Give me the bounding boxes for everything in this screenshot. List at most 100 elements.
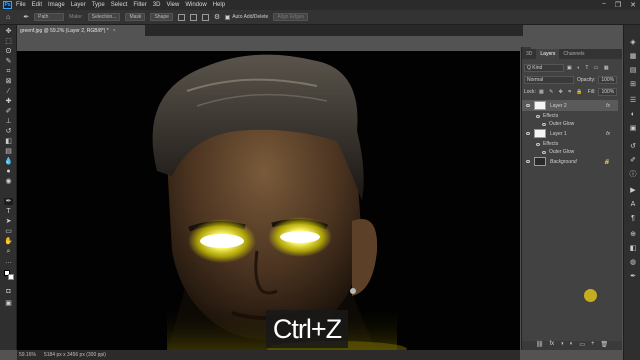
mask-button[interactable]: Mask	[125, 13, 146, 21]
layer-name[interactable]: Layer 2	[550, 103, 567, 109]
shape-button[interactable]: Shape	[150, 13, 173, 21]
visibility-eye-icon[interactable]	[526, 132, 530, 135]
layer-name[interactable]: Layer 1	[550, 131, 567, 137]
layer-row[interactable]: Background 🔒	[522, 156, 618, 167]
layer-row[interactable]: Layer 1 fx	[522, 128, 618, 139]
fx-icon[interactable]: fx	[606, 103, 610, 109]
menu-filter[interactable]: Filter	[133, 2, 146, 8]
adjustments-panel-icon[interactable]: ◐	[629, 111, 637, 119]
layers-panel-icon[interactable]: ◧	[629, 245, 637, 253]
marquee-tool-icon[interactable]: ⬚	[4, 38, 13, 45]
visibility-eye-icon[interactable]	[526, 160, 530, 163]
gradient-tool-icon[interactable]: ▤	[4, 148, 13, 155]
patterns-panel-icon[interactable]: ⊞	[629, 81, 637, 89]
move-tool-icon[interactable]: ✥	[4, 28, 13, 35]
lock-icons[interactable]: ▦ ✎ ✥ ⌗ 🔒	[539, 89, 585, 95]
new-layer-icon[interactable]: +	[591, 341, 595, 350]
home-icon[interactable]: ⌂	[6, 14, 10, 21]
navigator-panel-icon[interactable]: ⊕	[629, 231, 637, 239]
menu-view[interactable]: View	[166, 2, 179, 8]
tab-3d[interactable]: 3D	[522, 49, 536, 59]
background-color-swatch[interactable]	[8, 274, 14, 280]
fill-input[interactable]: 100%	[598, 87, 618, 96]
info-panel-icon[interactable]: ⓘ	[629, 171, 637, 179]
menu-layer[interactable]: Layer	[71, 2, 86, 8]
more-tools-icon[interactable]: …	[4, 258, 13, 265]
crop-tool-icon[interactable]: ⌗	[4, 68, 13, 75]
history-panel-icon[interactable]: ↺	[629, 143, 637, 151]
properties-panel-icon[interactable]: ☰	[629, 97, 637, 105]
align-edges-button[interactable]: Align Edges	[273, 13, 309, 21]
quick-mask-icon[interactable]: ◘	[4, 288, 13, 295]
libraries-panel-icon[interactable]: ▣	[629, 125, 637, 133]
menu-select[interactable]: Select	[111, 2, 128, 8]
menu-help[interactable]: Help	[213, 2, 225, 8]
adjustment-layer-icon[interactable]: ◐	[570, 341, 574, 350]
document-canvas[interactable]	[17, 51, 520, 353]
healing-brush-icon[interactable]: ✚	[4, 98, 13, 105]
mode-select[interactable]: Path	[34, 13, 65, 21]
fx-icon[interactable]: fx	[606, 131, 610, 137]
blend-mode-select[interactable]: Normal	[524, 75, 574, 84]
swatches-panel-icon[interactable]: ▦	[629, 53, 637, 61]
new-group-icon[interactable]: ▭	[579, 341, 585, 350]
filter-icons[interactable]: ▣ ◐ T ▭ ▦	[567, 65, 611, 71]
paragraph-panel-icon[interactable]: ¶	[629, 215, 637, 223]
document-tab[interactable]: greenf.jpg @ 59.2% (Layer 2, RGB/8*) * ×	[17, 25, 145, 36]
menu-image[interactable]: Image	[48, 2, 65, 8]
menu-file[interactable]: File	[16, 2, 26, 8]
brush-tool-icon[interactable]: ✐	[4, 108, 13, 115]
blur-tool-icon[interactable]: 💧	[4, 158, 13, 165]
close-tab-icon[interactable]: ×	[113, 28, 116, 34]
frame-tool-icon[interactable]: ⊠	[4, 78, 13, 85]
type-tool-icon[interactable]: T	[4, 208, 13, 215]
path-alignment-icon[interactable]	[189, 13, 197, 21]
tab-channels[interactable]: Channels	[559, 49, 588, 59]
eraser-tool-icon[interactable]: ◧	[4, 138, 13, 145]
visibility-eye-icon[interactable]	[542, 150, 546, 154]
stamp-tool-icon[interactable]: ⊥	[4, 118, 13, 125]
path-operations-icon[interactable]	[177, 13, 185, 21]
menu-type[interactable]: Type	[92, 2, 105, 8]
effects-row[interactable]: Effects	[536, 113, 558, 119]
effect-row[interactable]: Outer Glow	[542, 121, 574, 127]
hand-tool-icon[interactable]: ✋	[4, 238, 13, 245]
restore-icon[interactable]: ❐	[615, 1, 621, 9]
gear-icon[interactable]: ⚙	[214, 13, 220, 21]
zoom-level[interactable]: 59.16%	[19, 352, 36, 358]
paths-panel-icon[interactable]: ✒	[629, 273, 637, 281]
brush-settings-icon[interactable]: ✐	[629, 157, 637, 165]
layer-name[interactable]: Background	[550, 159, 577, 165]
channels-panel-icon[interactable]: ◍	[629, 259, 637, 267]
pen-tool-icon[interactable]: ✒	[23, 13, 29, 21]
dodge-tool-icon[interactable]: ●	[4, 168, 13, 175]
color-panel-icon[interactable]: ◈	[629, 39, 637, 47]
quick-select-tool-icon[interactable]: ✎	[4, 58, 13, 65]
auto-add-delete-checkbox[interactable]: Auto Add/Delete	[225, 14, 268, 20]
burn-tool-icon[interactable]: ◉	[4, 178, 13, 185]
effects-row[interactable]: Effects	[536, 141, 558, 147]
path-arrangement-icon[interactable]	[201, 13, 209, 21]
visibility-eye-icon[interactable]	[526, 104, 530, 107]
menu-3d[interactable]: 3D	[153, 2, 161, 8]
zoom-tool-icon[interactable]: ⌕	[4, 248, 13, 255]
opacity-input[interactable]: 100%	[598, 75, 618, 84]
visibility-eye-icon[interactable]	[536, 142, 540, 146]
eyedropper-tool-icon[interactable]: ⁄	[4, 88, 13, 95]
delete-layer-icon[interactable]: 🗑	[601, 341, 609, 350]
link-layers-icon[interactable]: ⛓	[536, 341, 544, 350]
path-select-tool-icon[interactable]: ➤	[4, 218, 13, 225]
visibility-eye-icon[interactable]	[536, 114, 540, 118]
menu-edit[interactable]: Edit	[32, 2, 42, 8]
add-style-icon[interactable]: fx	[549, 341, 554, 350]
visibility-eye-icon[interactable]	[542, 122, 546, 126]
add-mask-icon[interactable]: ◑	[560, 341, 564, 350]
history-brush-icon[interactable]: ↺	[4, 128, 13, 135]
pen-tool-icon[interactable]: ✒	[4, 198, 13, 205]
lasso-tool-icon[interactable]: ʘ	[4, 48, 13, 55]
layer-row[interactable]: Layer 2 fx	[522, 100, 618, 111]
tab-layers[interactable]: Layers	[536, 49, 560, 59]
effect-row[interactable]: Outer Glow	[542, 149, 574, 155]
rectangle-tool-icon[interactable]: ▭	[4, 228, 13, 235]
menu-window[interactable]: Window	[185, 2, 206, 8]
